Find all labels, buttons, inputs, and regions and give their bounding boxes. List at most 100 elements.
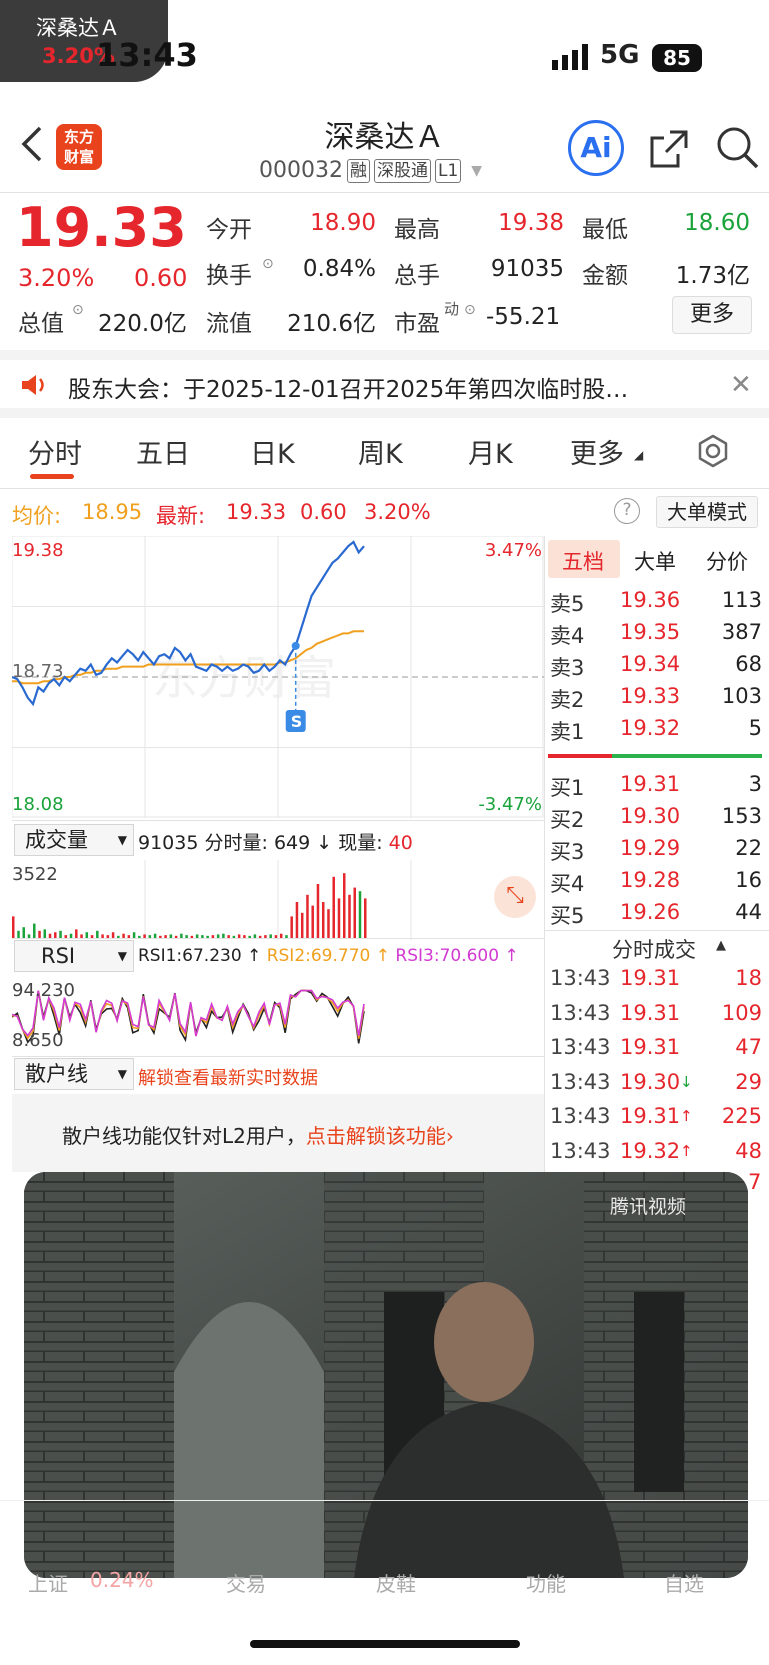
ask-row[interactable]: 卖2 19.33 103 (550, 684, 762, 716)
help-icon[interactable]: ? (614, 498, 640, 524)
info-dots-icon[interactable]: ⊙ (262, 256, 274, 272)
caret-icon: ◢ (634, 448, 644, 462)
gear-icon[interactable] (696, 434, 730, 472)
trade-price: 19.31 (620, 1104, 681, 1128)
nav-function[interactable]: 功能 (526, 1568, 566, 1597)
volume-bar (43, 929, 47, 938)
nav-index[interactable]: 上证 (28, 1568, 68, 1597)
home-indicator[interactable] (250, 1640, 520, 1648)
trade-time: 13:43 (550, 1069, 611, 1094)
y-bottom-label: 18.08 (12, 794, 64, 815)
bid-row[interactable]: 买4 19.28 16 (550, 868, 762, 900)
status-time: 13:43 (96, 36, 198, 74)
trade-price: 19.31 (620, 966, 681, 990)
volume-bar (311, 905, 314, 938)
more-button[interactable]: 更多 (672, 296, 752, 334)
trade-row: 13:43 19.32 ↑ 48 (550, 1139, 762, 1173)
tag-connect: 深股通 (373, 158, 431, 183)
stat-label-high: 最高 (394, 217, 440, 243)
pct-bottom-label: -3.47% (478, 794, 542, 815)
volume-minute-label: 分时量: (204, 832, 268, 854)
bid-row[interactable]: 买1 19.31 3 (550, 772, 762, 804)
bid-row[interactable]: 买2 19.30 153 (550, 804, 762, 836)
trades-title[interactable]: 分时成交 (612, 934, 696, 964)
retail-selector[interactable]: 散户线 ▼ (14, 1058, 134, 1090)
ask-volume: 5 (748, 716, 762, 740)
bid-price: 19.31 (620, 772, 681, 796)
volume-bar (342, 873, 346, 938)
trade-volume: 48 (735, 1138, 762, 1163)
notice-text[interactable]: 股东大会：于2025-12-01召开2025年第四次临时股… (68, 370, 688, 404)
trade-time: 13:43 (550, 1104, 611, 1128)
bid-row[interactable]: 买5 19.26 44 (550, 900, 762, 932)
volume-bar (22, 927, 26, 938)
ask-row[interactable]: 卖3 19.34 68 (550, 652, 762, 684)
nav-watchlist[interactable]: 自选 (664, 1568, 704, 1597)
retail-message: 散户线功能仅针对L2用户，点击解锁该功能› (62, 1120, 454, 1149)
rsi-chart[interactable]: 94.230 8.650 (12, 976, 544, 1056)
orderbook-tab-five[interactable]: 五档 (562, 546, 604, 576)
volume-selector[interactable]: 成交量 ▼ (14, 824, 134, 856)
share-icon[interactable] (648, 126, 692, 174)
trade-price: 19.31 (620, 1035, 681, 1059)
info-dots-icon[interactable]: ⊙ (72, 302, 84, 318)
orderbook-tab-big[interactable]: 大单 (634, 546, 676, 576)
stat-value-high: 19.38 (498, 210, 564, 236)
tab-more[interactable]: 更多 (570, 432, 624, 471)
tab-intraday[interactable]: 分时 (28, 432, 82, 471)
bid-label: 买2 (550, 808, 585, 832)
pe-label: 市盈 (394, 311, 440, 337)
info-dots-icon[interactable]: ⊙ (464, 302, 476, 318)
stat-value-turnover: 0.84% (302, 256, 376, 282)
caret-down-icon: ▼ (471, 162, 483, 179)
ask-row[interactable]: 卖5 19.36 113 (550, 588, 762, 620)
volume-bar (17, 930, 20, 938)
tab-monthly-k[interactable]: 月K (468, 432, 513, 471)
volume-bar (12, 916, 15, 938)
search-icon[interactable] (714, 124, 762, 176)
ask-volume: 68 (735, 652, 762, 676)
stat-value-open: 18.90 (310, 210, 376, 236)
video-overlay[interactable]: 腾讯视频 (24, 1172, 748, 1578)
volume-bar (364, 898, 367, 938)
big-order-mode-button[interactable]: 大单模式 (656, 496, 758, 528)
bid-price: 19.29 (620, 836, 681, 860)
battery-icon: 85 (652, 44, 702, 72)
tag-margin: 融 (346, 158, 370, 183)
tab-five-day[interactable]: 五日 (136, 432, 190, 471)
ask-price: 19.32 (620, 716, 681, 740)
nav-trade[interactable]: 交易 (226, 1568, 266, 1597)
nav-index-pct: 0.24% (90, 1568, 154, 1592)
stock-code-row[interactable]: 000032 融 深股通 L1 ▼ (259, 158, 482, 183)
nav-shoes[interactable]: 皮鞋 (376, 1568, 416, 1597)
retail-unlock-link[interactable]: 点击解锁该功能› (306, 1124, 454, 1148)
orderbook-tab-price[interactable]: 分价 (706, 546, 748, 576)
stock-code: 000032 (259, 158, 343, 183)
close-icon[interactable]: ✕ (730, 370, 752, 400)
volume-bar (38, 930, 41, 938)
tab-weekly-k[interactable]: 周K (358, 432, 403, 471)
volume-chart[interactable]: 3522 (12, 860, 544, 940)
ask-price: 19.35 (620, 620, 681, 644)
volume-bar (33, 923, 36, 938)
price-chart[interactable]: 东方财富 S 19.38 18.73 18.08 3.47% -3.47% (12, 536, 544, 818)
rsi-selector[interactable]: RSI ▼ (14, 940, 134, 972)
ai-button[interactable]: Ai (568, 120, 624, 176)
tab-daily-k[interactable]: 日K (250, 432, 295, 471)
ask-label: 卖4 (550, 624, 585, 648)
expand-icon[interactable]: ⤡ (494, 876, 536, 918)
ask-row[interactable]: 卖4 19.35 387 (550, 620, 762, 652)
retail-unlock-text[interactable]: 解锁查看最新实时数据 (138, 1064, 318, 1090)
ask-row[interactable]: 卖1 19.32 5 (550, 716, 762, 748)
avg-label: 均价: (12, 504, 62, 528)
stat-value-low: 18.60 (684, 210, 750, 236)
chart-watermark: 东方财富 (152, 651, 336, 705)
ask-label: 卖1 (550, 720, 585, 744)
trade-time: 13:43 (550, 966, 611, 990)
bid-row[interactable]: 买3 19.29 22 (550, 836, 762, 868)
volume-bar (306, 894, 309, 938)
trade-arrow: ↑ (680, 1107, 693, 1125)
trade-price: 19.30 (620, 1069, 681, 1094)
volume-bar (300, 912, 304, 938)
volume-current-value: 40 (388, 832, 413, 854)
